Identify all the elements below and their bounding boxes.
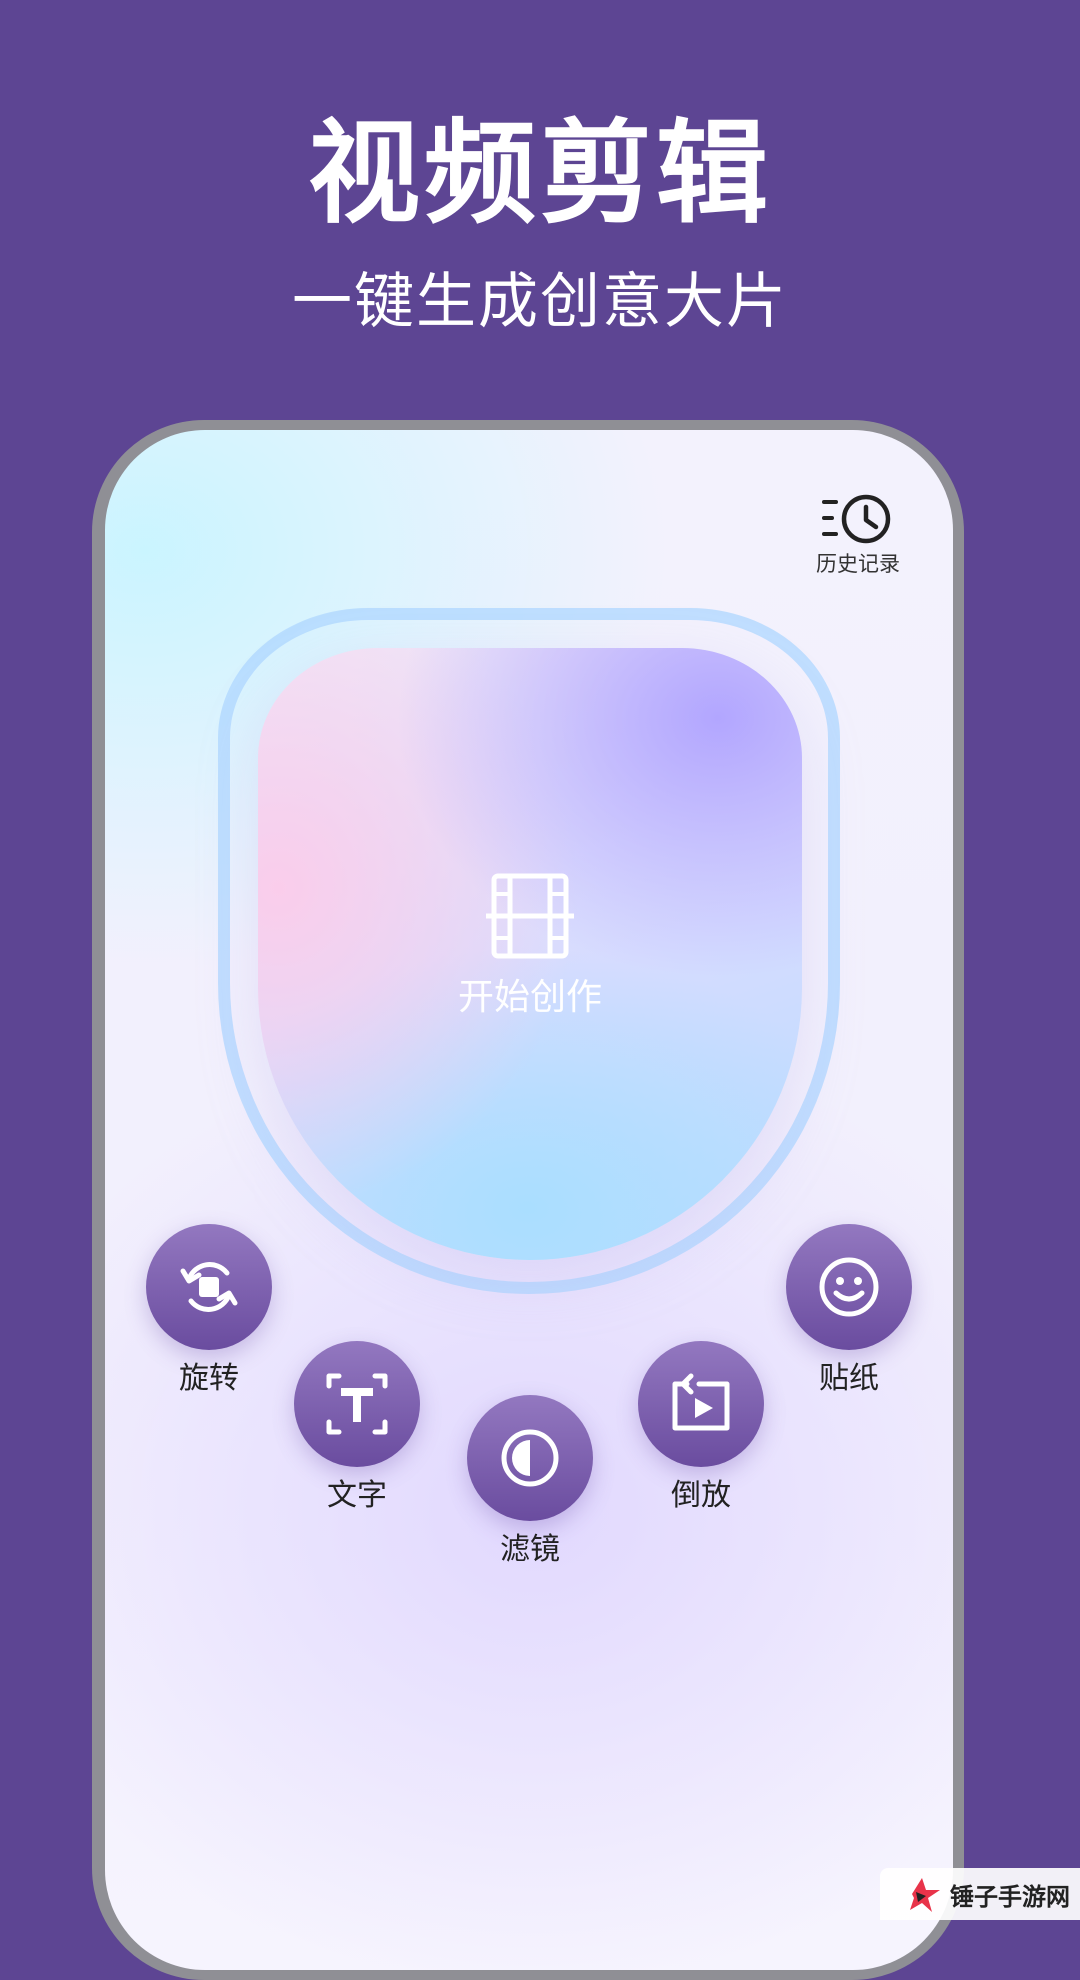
- tool-rotate-label: 旋转: [179, 1361, 239, 1396]
- tool-filter-circle: [467, 1395, 593, 1521]
- tool-filter-button[interactable]: 滤镜: [445, 1395, 615, 1565]
- tool-sticker-circle: [786, 1224, 912, 1350]
- history-button[interactable]: 历史记录: [798, 492, 918, 575]
- tool-sticker-label: 贴纸: [819, 1361, 879, 1396]
- history-clock-icon: [822, 494, 891, 544]
- rotate-icon: [180, 1262, 238, 1312]
- tool-reverse-circle: [638, 1341, 764, 1467]
- tool-text-circle: [294, 1341, 420, 1467]
- reverse-play-icon: [672, 1373, 730, 1431]
- history-label: 历史记录: [816, 552, 900, 576]
- tool-sticker-button[interactable]: 贴纸: [764, 1224, 934, 1394]
- film-strip-icon: [486, 873, 574, 959]
- filter-icon: [501, 1429, 559, 1487]
- star-logo-icon: [910, 1878, 940, 1912]
- tool-reverse-button[interactable]: 倒放: [616, 1341, 786, 1511]
- smiley-icon: [819, 1257, 879, 1317]
- tool-rotate-button[interactable]: 旋转: [124, 1224, 294, 1394]
- watermark-text: 锤子手游网: [950, 1882, 1070, 1911]
- tool-reverse-label: 倒放: [671, 1478, 731, 1513]
- banner-subtitle: 一键生成创意大片: [292, 267, 788, 337]
- start-create-button[interactable]: 开始创作: [440, 870, 620, 1040]
- watermark: 锤子手游网: [880, 1868, 1080, 1920]
- text-icon: [326, 1373, 388, 1435]
- tool-rotate-circle: [146, 1224, 272, 1350]
- banner-title: 视频剪辑: [308, 109, 772, 239]
- tool-filter-label: 滤镜: [500, 1532, 560, 1567]
- tool-text-button[interactable]: 文字: [272, 1341, 442, 1511]
- start-create-label: 开始创作: [457, 977, 602, 1018]
- tool-text-label: 文字: [327, 1478, 387, 1513]
